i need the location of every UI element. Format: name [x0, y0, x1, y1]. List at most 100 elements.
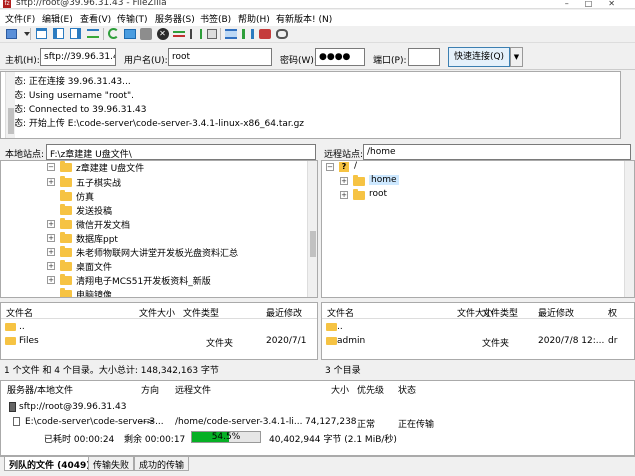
filter-icon[interactable] — [223, 26, 238, 41]
filter-toggle-icon[interactable] — [138, 26, 153, 41]
unknown-folder-icon: ? — [339, 162, 349, 172]
transferred-bytes: 40,402,944 字节 (2.1 MiB/秒) — [269, 435, 397, 445]
stop-transfer-icon[interactable] — [204, 26, 219, 41]
menu-server[interactable]: 服务器(S) — [155, 12, 195, 25]
scrollbar-thumb[interactable] — [310, 231, 316, 257]
search-icon[interactable] — [274, 26, 289, 41]
col-priority[interactable]: 优先级 — [357, 383, 384, 396]
col-modified[interactable]: 最近修改 — [266, 306, 302, 319]
list-header: 文件名 文件大小 文件类型 最近修改 — [1, 303, 317, 319]
folder-icon — [60, 218, 72, 229]
sync-browse-icon[interactable] — [257, 26, 272, 41]
tab-failed-transfers[interactable]: 传输失败 — [88, 457, 135, 471]
menu-help[interactable]: 帮助(H) — [238, 12, 270, 25]
toolbar-separator — [30, 28, 31, 40]
quickconnect-dropdown[interactable]: ▼ — [510, 47, 523, 67]
folder-icon — [353, 189, 365, 200]
remote-site-label: 远程站点: — [324, 150, 364, 160]
log-line: 状态: Connected to 39.96.31.43 — [5, 105, 147, 115]
toggle-local-tree-icon[interactable] — [51, 26, 66, 41]
col-permissions[interactable]: 权 — [608, 306, 617, 319]
folder-icon — [60, 232, 72, 243]
toggle-queue-icon[interactable] — [85, 26, 100, 41]
title-bar: fz sftp://root@39.96.31.43 - FileZilla –… — [0, 0, 635, 9]
folder-icon — [60, 260, 72, 271]
toolbar-separator — [220, 28, 221, 40]
tab-successful-transfers[interactable]: 成功的传输 — [134, 457, 190, 471]
list-item[interactable]: .. — [1, 321, 317, 335]
remote-tree-scrollbar[interactable] — [624, 161, 634, 297]
col-name[interactable]: 文件名 — [6, 306, 33, 319]
folder-icon — [60, 190, 72, 201]
menu-new-version[interactable]: 有新版本! (N) — [276, 12, 332, 25]
col-status[interactable]: 状态 — [398, 383, 416, 396]
progress-label: 54.5% — [211, 432, 241, 442]
compare-icon[interactable] — [240, 26, 255, 41]
list-item[interactable]: admin 文件夹 2020/7/8 12:... dr — [322, 335, 634, 349]
folder-icon — [60, 161, 72, 172]
list-item[interactable]: Files 文件夹 2020/7/1 — [1, 335, 317, 349]
cancel-icon[interactable]: ✕ — [155, 26, 170, 41]
site-manager-icon[interactable] — [4, 26, 19, 41]
transfer-queue: 服务器/本地文件 方向 远程文件 大小 优先级 状态 sftp://root@3… — [0, 380, 635, 456]
username-input[interactable]: root — [168, 48, 272, 66]
password-label: 密码(W): — [280, 56, 317, 66]
process-queue-icon[interactable] — [122, 26, 137, 41]
col-type[interactable]: 文件类型 — [482, 306, 518, 319]
col-remote-file[interactable]: 远程文件 — [175, 383, 211, 396]
folder-icon — [60, 246, 72, 257]
menu-view[interactable]: 查看(V) — [80, 12, 111, 25]
port-input[interactable] — [408, 48, 440, 66]
scrollbar-thumb[interactable] — [8, 108, 14, 134]
host-label: 主机(H): — [5, 56, 40, 66]
menu-bar: 文件(F) 编辑(E) 查看(V) 传输(T) 服务器(S) 书签(B) 帮助(… — [0, 10, 635, 26]
col-server[interactable]: 服务器/本地文件 — [7, 383, 73, 396]
local-status: 1 个文件 和 4 个目录。大小总计: 148,342,163 字节 — [4, 366, 219, 376]
menu-file[interactable]: 文件(F) — [5, 12, 35, 25]
refresh-icon[interactable] — [106, 26, 121, 41]
menu-bookmarks[interactable]: 书签(B) — [200, 12, 231, 25]
menu-transfer[interactable]: 传输(T) — [117, 12, 148, 25]
toggle-remote-tree-icon[interactable] — [68, 26, 83, 41]
disconnect-icon[interactable] — [171, 26, 186, 41]
queue-direction: --> — [140, 417, 155, 427]
progress-bar: 54.5% — [191, 431, 261, 443]
folder-icon — [326, 337, 337, 345]
list-item[interactable]: .. — [322, 321, 634, 335]
queue-server[interactable]: sftp://root@39.96.31.43 — [19, 402, 126, 412]
quickconnect-bar: 主机(H): sftp://39.96.31.43 用户名(U): root 密… — [0, 44, 635, 70]
col-direction[interactable]: 方向 — [141, 383, 159, 396]
local-tree-scrollbar[interactable] — [307, 161, 317, 297]
password-input[interactable]: ●●●● — [315, 48, 365, 66]
folder-icon — [60, 176, 72, 187]
list-header: 文件名 文件大小 文件类型 最近修改 权 — [322, 303, 634, 319]
message-log: 状态: 正在连接 39.96.31.43... 状态: Using userna… — [0, 71, 621, 139]
log-line: 状态: 正在连接 39.96.31.43... — [5, 77, 131, 87]
queue-remote-file[interactable]: /home/code-server-3.4.1-li... — [175, 417, 302, 427]
col-size[interactable]: 文件大小 — [139, 306, 175, 319]
local-path-bar: 本地站点: F:\z章建建 U盘文件\ — [0, 144, 318, 160]
toolbar: ✕ — [0, 26, 635, 43]
host-input[interactable]: sftp://39.96.31.43 — [40, 48, 116, 66]
local-path-input[interactable]: F:\z章建建 U盘文件\ — [46, 144, 316, 160]
menu-edit[interactable]: 编辑(E) — [42, 12, 73, 25]
server-icon — [9, 402, 16, 412]
col-size[interactable]: 大小 — [331, 383, 349, 396]
log-scrollbar[interactable] — [5, 72, 15, 138]
queue-size: 74,127,238 — [305, 417, 357, 427]
window-controls[interactable]: –□✕ — [565, 0, 631, 8]
log-line: 状态: Using username "root". — [5, 91, 134, 101]
col-name[interactable]: 文件名 — [327, 306, 354, 319]
dropdown-arrow-icon[interactable] — [19, 26, 34, 41]
reconnect-icon[interactable] — [188, 26, 203, 41]
elapsed-time: 已耗时 00:00:24 — [44, 435, 115, 445]
quickconnect-button[interactable]: 快速连接(Q) — [448, 47, 510, 67]
col-type[interactable]: 文件类型 — [183, 306, 219, 319]
col-modified[interactable]: 最近修改 — [538, 306, 574, 319]
local-file-list: 文件名 文件大小 文件类型 最近修改 .. Files 文件夹 2020/7/1 — [0, 302, 318, 360]
toggle-log-icon[interactable] — [34, 26, 49, 41]
folder-icon — [353, 175, 365, 186]
tab-queued-files[interactable]: 列队的文件 (4049) — [4, 457, 96, 471]
remote-directory-tree: −? / + home + root — [321, 160, 635, 298]
remote-path-input[interactable]: /home — [363, 144, 631, 160]
